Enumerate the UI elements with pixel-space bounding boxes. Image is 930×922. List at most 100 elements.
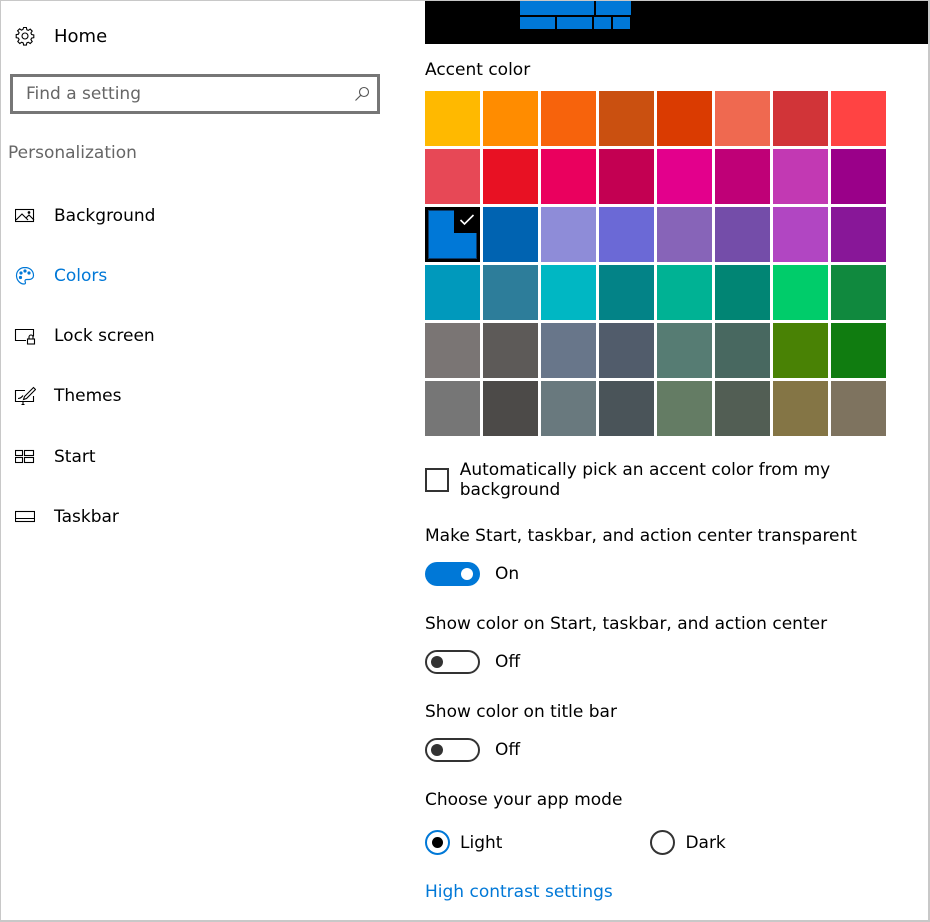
accent-swatch[interactable]	[831, 381, 886, 436]
accent-swatch[interactable]	[483, 381, 538, 436]
search-icon[interactable]	[347, 79, 377, 109]
accent-swatch[interactable]	[831, 91, 886, 146]
sidebar-item-label: Taskbar	[54, 507, 119, 527]
accent-swatch[interactable]	[657, 265, 712, 320]
accent-swatch[interactable]	[599, 91, 654, 146]
accent-swatch[interactable]	[541, 207, 596, 262]
home-label: Home	[54, 25, 108, 47]
accent-swatch[interactable]	[773, 91, 828, 146]
transparency-state: On	[495, 564, 520, 584]
accent-swatch[interactable]	[483, 207, 538, 262]
accent-swatch[interactable]	[425, 207, 480, 262]
accent-swatch[interactable]	[831, 323, 886, 378]
accent-swatch[interactable]	[425, 149, 480, 204]
accent-swatch[interactable]	[483, 149, 538, 204]
accent-swatch[interactable]	[541, 323, 596, 378]
picture-icon	[14, 205, 36, 227]
transparency-toggle[interactable]	[425, 562, 480, 586]
accent-swatch[interactable]	[541, 265, 596, 320]
preview-tile	[557, 17, 592, 29]
accent-swatch[interactable]	[541, 381, 596, 436]
preview-tile	[596, 1, 631, 15]
accent-color-grid	[425, 91, 886, 436]
sidebar-item-lock-screen[interactable]: Lock screen	[14, 322, 155, 350]
accent-swatch[interactable]	[483, 265, 538, 320]
accent-swatch[interactable]	[715, 265, 770, 320]
lock-screen-icon	[14, 325, 36, 347]
app-mode-light-label: Light	[460, 832, 503, 853]
auto-pick-accent-checkbox[interactable]	[425, 468, 449, 492]
color-start-state: Off	[495, 652, 521, 672]
accent-swatch[interactable]	[831, 207, 886, 262]
accent-swatch[interactable]	[657, 323, 712, 378]
gear-icon	[14, 25, 36, 47]
accent-swatch[interactable]	[831, 265, 886, 320]
preview-tile	[520, 1, 594, 15]
sidebar-item-start[interactable]: Start	[14, 443, 96, 471]
sidebar-item-background[interactable]: Background	[14, 202, 155, 230]
sidebar: Home Personalization Background	[0, 0, 400, 922]
accent-swatch[interactable]	[715, 149, 770, 204]
toggle-knob	[431, 744, 443, 756]
themes-icon	[14, 385, 36, 407]
accent-swatch[interactable]	[425, 265, 480, 320]
app-mode-radio-group: Light Dark	[425, 830, 726, 855]
accent-swatch[interactable]	[425, 381, 480, 436]
app-mode-dark-radio[interactable]: Dark	[650, 830, 726, 855]
color-preview	[425, 0, 930, 44]
sidebar-item-colors[interactable]: Colors	[14, 262, 107, 290]
main-panel: Accent color Automatically pick an accen…	[425, 0, 930, 922]
accent-swatch[interactable]	[657, 207, 712, 262]
accent-swatch[interactable]	[483, 91, 538, 146]
sidebar-item-taskbar[interactable]: Taskbar	[14, 503, 119, 531]
toggle-knob	[461, 568, 473, 580]
accent-swatch[interactable]	[657, 91, 712, 146]
sidebar-item-label: Background	[54, 206, 156, 226]
accent-swatch[interactable]	[715, 323, 770, 378]
accent-color-heading: Accent color	[425, 60, 531, 80]
sidebar-item-label: Start	[54, 447, 96, 467]
transparency-label: Make Start, taskbar, and action center t…	[425, 526, 857, 546]
accent-swatch[interactable]	[773, 149, 828, 204]
color-titlebar-state: Off	[495, 740, 521, 760]
preview-tile	[520, 17, 555, 29]
accent-swatch[interactable]	[773, 381, 828, 436]
accent-swatch[interactable]	[599, 381, 654, 436]
sidebar-item-label: Colors	[54, 266, 108, 286]
radio-circle	[650, 830, 676, 855]
accent-swatch[interactable]	[773, 265, 828, 320]
accent-swatch[interactable]	[425, 91, 480, 146]
accent-swatch[interactable]	[541, 149, 596, 204]
accent-swatch[interactable]	[483, 323, 538, 378]
accent-swatch[interactable]	[715, 207, 770, 262]
auto-pick-accent-label: Automatically pick an accent color from …	[459, 460, 831, 500]
accent-swatch[interactable]	[541, 91, 596, 146]
sidebar-item-themes[interactable]: Themes	[14, 382, 122, 410]
app-mode-light-radio[interactable]: Light	[425, 830, 502, 855]
accent-swatch[interactable]	[599, 149, 654, 204]
accent-swatch[interactable]	[715, 91, 770, 146]
accent-swatch[interactable]	[657, 149, 712, 204]
start-icon	[14, 446, 36, 468]
accent-swatch[interactable]	[599, 207, 654, 262]
accent-swatch[interactable]	[773, 323, 828, 378]
accent-swatch[interactable]	[715, 381, 770, 436]
preview-tile	[613, 17, 630, 29]
accent-swatch[interactable]	[831, 149, 886, 204]
accent-swatch[interactable]	[599, 265, 654, 320]
checkmark-icon	[454, 207, 480, 233]
accent-swatch[interactable]	[599, 323, 654, 378]
sidebar-item-label: Themes	[54, 386, 122, 406]
color-titlebar-toggle[interactable]	[425, 738, 480, 762]
home-button[interactable]: Home	[14, 22, 107, 50]
auto-pick-accent-checkbox-row[interactable]: Automatically pick an accent color from …	[425, 460, 930, 500]
high-contrast-settings-link[interactable]: High contrast settings	[425, 882, 613, 902]
accent-swatch[interactable]	[657, 381, 712, 436]
search-box	[10, 74, 380, 114]
accent-swatch[interactable]	[425, 323, 480, 378]
search-input[interactable]	[13, 84, 347, 104]
app-mode-label: Choose your app mode	[425, 790, 623, 810]
color-start-toggle[interactable]	[425, 650, 480, 674]
accent-swatch[interactable]	[773, 207, 828, 262]
color-start-label: Show color on Start, taskbar, and action…	[425, 614, 828, 634]
